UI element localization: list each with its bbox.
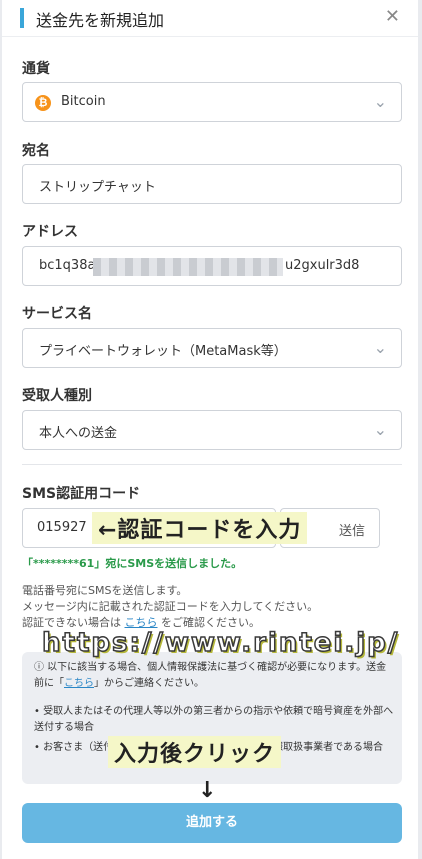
dialog-header: 送金先を新規追加 ✕ (2, 0, 418, 37)
header-accent-bar (20, 8, 24, 28)
address-redaction (93, 258, 283, 276)
notice-bullet1: • 受取人またはその代理人等以外の第三者からの指示や依頼で暗号資産を外部へ送付す… (34, 706, 394, 733)
address-value-start: bc1q38a (39, 258, 96, 273)
send-sms-button-label: 送信 (338, 524, 365, 539)
close-icon[interactable]: ✕ (385, 6, 400, 27)
sms-code-label: SMS認証用コード (22, 486, 141, 502)
chevron-down-icon: ⌄ (373, 420, 387, 439)
address-value-end: u2gxulr3d8 (285, 258, 360, 273)
recipient-name-input[interactable]: ストリップチャット (22, 164, 402, 204)
service-selected: プライベートウォレット（MetaMask等） (39, 344, 287, 359)
code-annotation: ←認証コードを入力 (92, 512, 308, 544)
recipient-name-label: 宛名 (22, 143, 50, 159)
sms-code-input[interactable] (35, 519, 99, 536)
watermark-url: https://www.rintei.jp/ (41, 627, 400, 659)
chevron-down-icon: ⌄ (373, 92, 387, 111)
address-label: アドレス (22, 224, 78, 240)
notice-link[interactable]: こちら (64, 678, 94, 689)
recipient-type-label: 受取人種別 (22, 388, 92, 404)
dialog-title: 送金先を新規追加 (36, 11, 165, 30)
click-annotation: 入力後クリック (108, 736, 282, 768)
recipient-name-value: ストリップチャット (39, 180, 156, 195)
down-arrow-icon: ↓ (198, 778, 217, 803)
section-divider (22, 464, 402, 465)
service-select[interactable]: プライベートウォレット（MetaMask等） ⌄ (22, 328, 402, 368)
chevron-down-icon: ⌄ (373, 338, 387, 357)
recipient-type-selected: 本人への送金 (39, 426, 118, 441)
currency-select[interactable]: ₿ Bitcoin ⌄ (22, 82, 402, 122)
address-input[interactable]: bc1q38a u2gxulr3d8 (22, 246, 402, 286)
sms-info-line1: 電話番号宛にSMSを送信します。 (22, 584, 188, 597)
notice-line1: ⓘ 以下に該当する場合、個人情報保護法に基づく確認が必要になります。送金前に「こ… (34, 660, 394, 692)
add-recipient-dialog: 送金先を新規追加 ✕ 通貨 ₿ Bitcoin ⌄ 宛名 ストリップチャット ア… (2, 0, 418, 859)
sms-sent-message: 「********61」宛にSMSを送信しました。 (22, 557, 243, 570)
notice-text-end: 」からご連絡ください。 (94, 678, 204, 689)
service-label: サービス名 (22, 306, 92, 322)
recipient-type-select[interactable]: 本人への送金 ⌄ (22, 410, 402, 450)
add-button[interactable]: 追加する (22, 803, 402, 843)
currency-label: 通貨 (22, 61, 50, 77)
bitcoin-icon: ₿ (35, 95, 51, 111)
currency-selected: Bitcoin (61, 94, 106, 109)
sms-info-line2: メッセージ内に記載された認証コードを入力してください。 (22, 600, 319, 613)
